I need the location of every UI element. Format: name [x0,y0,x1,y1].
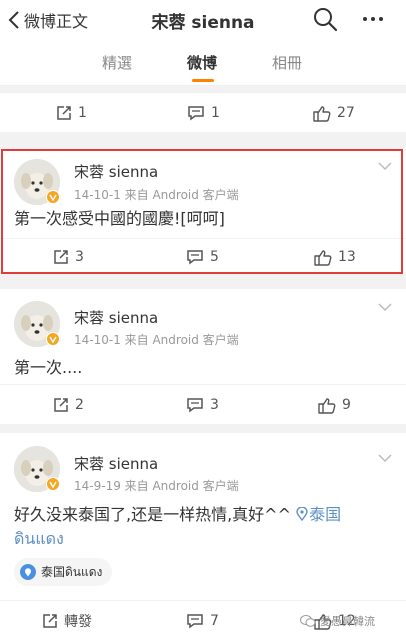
like-count: 13 [338,249,356,265]
location-pin-icon [20,564,36,580]
repost-icon [57,106,71,120]
comment-button[interactable]: 7 [186,601,219,640]
verified-v-icon [49,336,57,343]
repost-icon [54,250,68,264]
more-dot-icon [379,17,383,21]
username[interactable]: 宋蓉 sienna [74,307,158,328]
comment-button[interactable]: 1 [187,93,220,133]
chevron-down-icon[interactable] [377,161,393,171]
post-text: 第一次感受中國的國慶![呵呵] [14,209,225,228]
repost-icon [43,614,57,628]
post-text-main: 好久没来泰国了,还是一样热情,真好^^ [14,505,297,524]
verified-badge [46,190,60,204]
verified-badge [46,332,60,346]
tab-album[interactable]: 相冊 [272,52,302,73]
thumbs-up-icon [313,105,331,122]
repost-count: 1 [78,105,87,121]
repost-count: 3 [75,249,84,265]
post-meta: 14-9-19 来自 Android 客户端 [74,479,239,493]
username[interactable]: 宋蓉 sienna [74,453,158,474]
like-count: 27 [337,105,355,121]
wechat-logo-icon [300,615,316,627]
repost-button[interactable]: 2 [53,385,84,425]
location-link-text: 泰国 [309,505,342,524]
comment-count: 3 [210,397,219,413]
back-label: 微博正文 [24,12,89,31]
comment-count: 7 [210,613,219,629]
verified-badge [46,477,60,491]
more-button[interactable] [358,6,388,32]
search-icon [314,8,338,32]
comment-button[interactable]: 5 [186,239,219,275]
like-count: 9 [342,397,351,413]
tab-featured[interactable]: 精選 [102,52,132,73]
back-button[interactable]: 微博正文 [8,8,88,32]
comment-icon [187,398,203,413]
username[interactable]: 宋蓉 sienna [74,161,158,182]
repost-label: 轉發 [64,614,92,630]
thumbs-up-icon [314,249,332,266]
post-card[interactable]: 宋蓉 sienna 14-9-19 来自 Android 客户端 好久没来泰国了… [0,433,406,640]
like-button[interactable]: 13 [314,239,356,275]
repost-button[interactable]: 1 [56,93,87,133]
post-text: 第一次.... [14,358,83,377]
post-meta: 14-10-1 来自 Android 客户端 [74,188,239,202]
repost-button[interactable]: 轉發 [42,601,92,640]
active-tab-indicator [192,79,214,82]
location-chip[interactable]: 泰国ดินแดง [14,558,113,586]
comment-icon [187,614,203,629]
prev-post-action-bar: 1 1 27 [0,92,406,132]
comment-button[interactable]: 3 [186,385,219,425]
post-card[interactable]: 宋蓉 sienna 14-10-1 来自 Android 客户端 第一次....… [0,289,406,424]
verified-v-icon [49,481,57,488]
location-chip-label: 泰国ดินแดง [41,564,103,579]
comment-count: 1 [211,105,220,121]
repost-icon [54,398,68,412]
repost-button[interactable]: 3 [53,239,84,275]
watermark: 愛愚鼻韓流 [300,610,375,632]
location-pin-icon [296,506,308,522]
verified-v-icon [49,194,57,201]
location-link[interactable]: 泰国 [296,505,341,524]
post-action-bar: 3 5 13 [0,238,406,274]
chevron-down-icon[interactable] [377,302,393,312]
post-action-bar: 2 3 9 [0,384,406,424]
location-link-line2[interactable]: ดินแดง [14,529,64,548]
watermark-text: 愛愚鼻韓流 [320,615,375,628]
like-button[interactable]: 9 [318,385,351,425]
more-dot-icon [363,17,367,21]
tab-weibo[interactable]: 微博 [187,52,217,73]
repost-count: 2 [75,397,84,413]
comment-icon [188,106,204,121]
chevron-down-icon[interactable] [377,453,393,463]
post-meta: 14-10-1 来自 Android 客户端 [74,333,239,347]
post-text: 好久没来泰国了,还是一样热情,真好^^ 泰国 ดินแดง [14,503,394,551]
comment-icon [187,250,203,265]
like-button[interactable]: 27 [313,93,355,133]
thumbs-up-icon [318,397,336,414]
comment-count: 5 [210,249,219,265]
chevron-left-icon [8,11,19,29]
search-button[interactable] [312,6,338,32]
nav-bar: 微博正文 宋蓉 sienna [0,0,406,40]
more-dot-icon [371,17,375,21]
